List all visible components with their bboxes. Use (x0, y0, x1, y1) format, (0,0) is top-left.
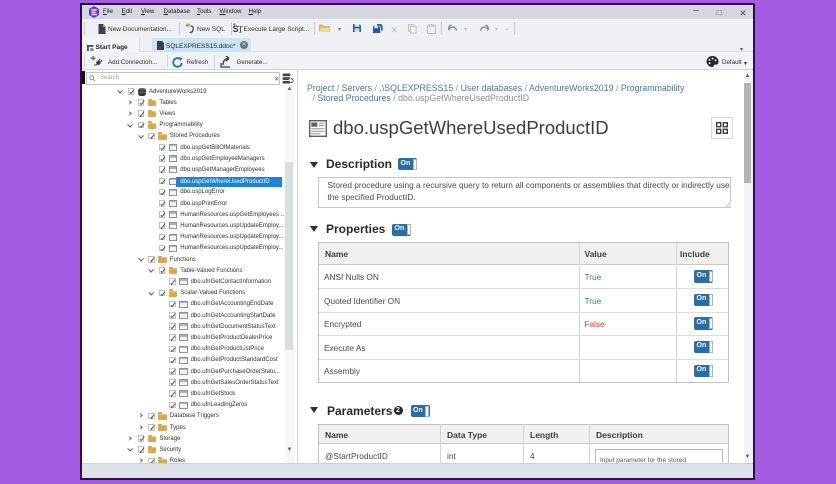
svg-text:T: T (238, 25, 244, 34)
